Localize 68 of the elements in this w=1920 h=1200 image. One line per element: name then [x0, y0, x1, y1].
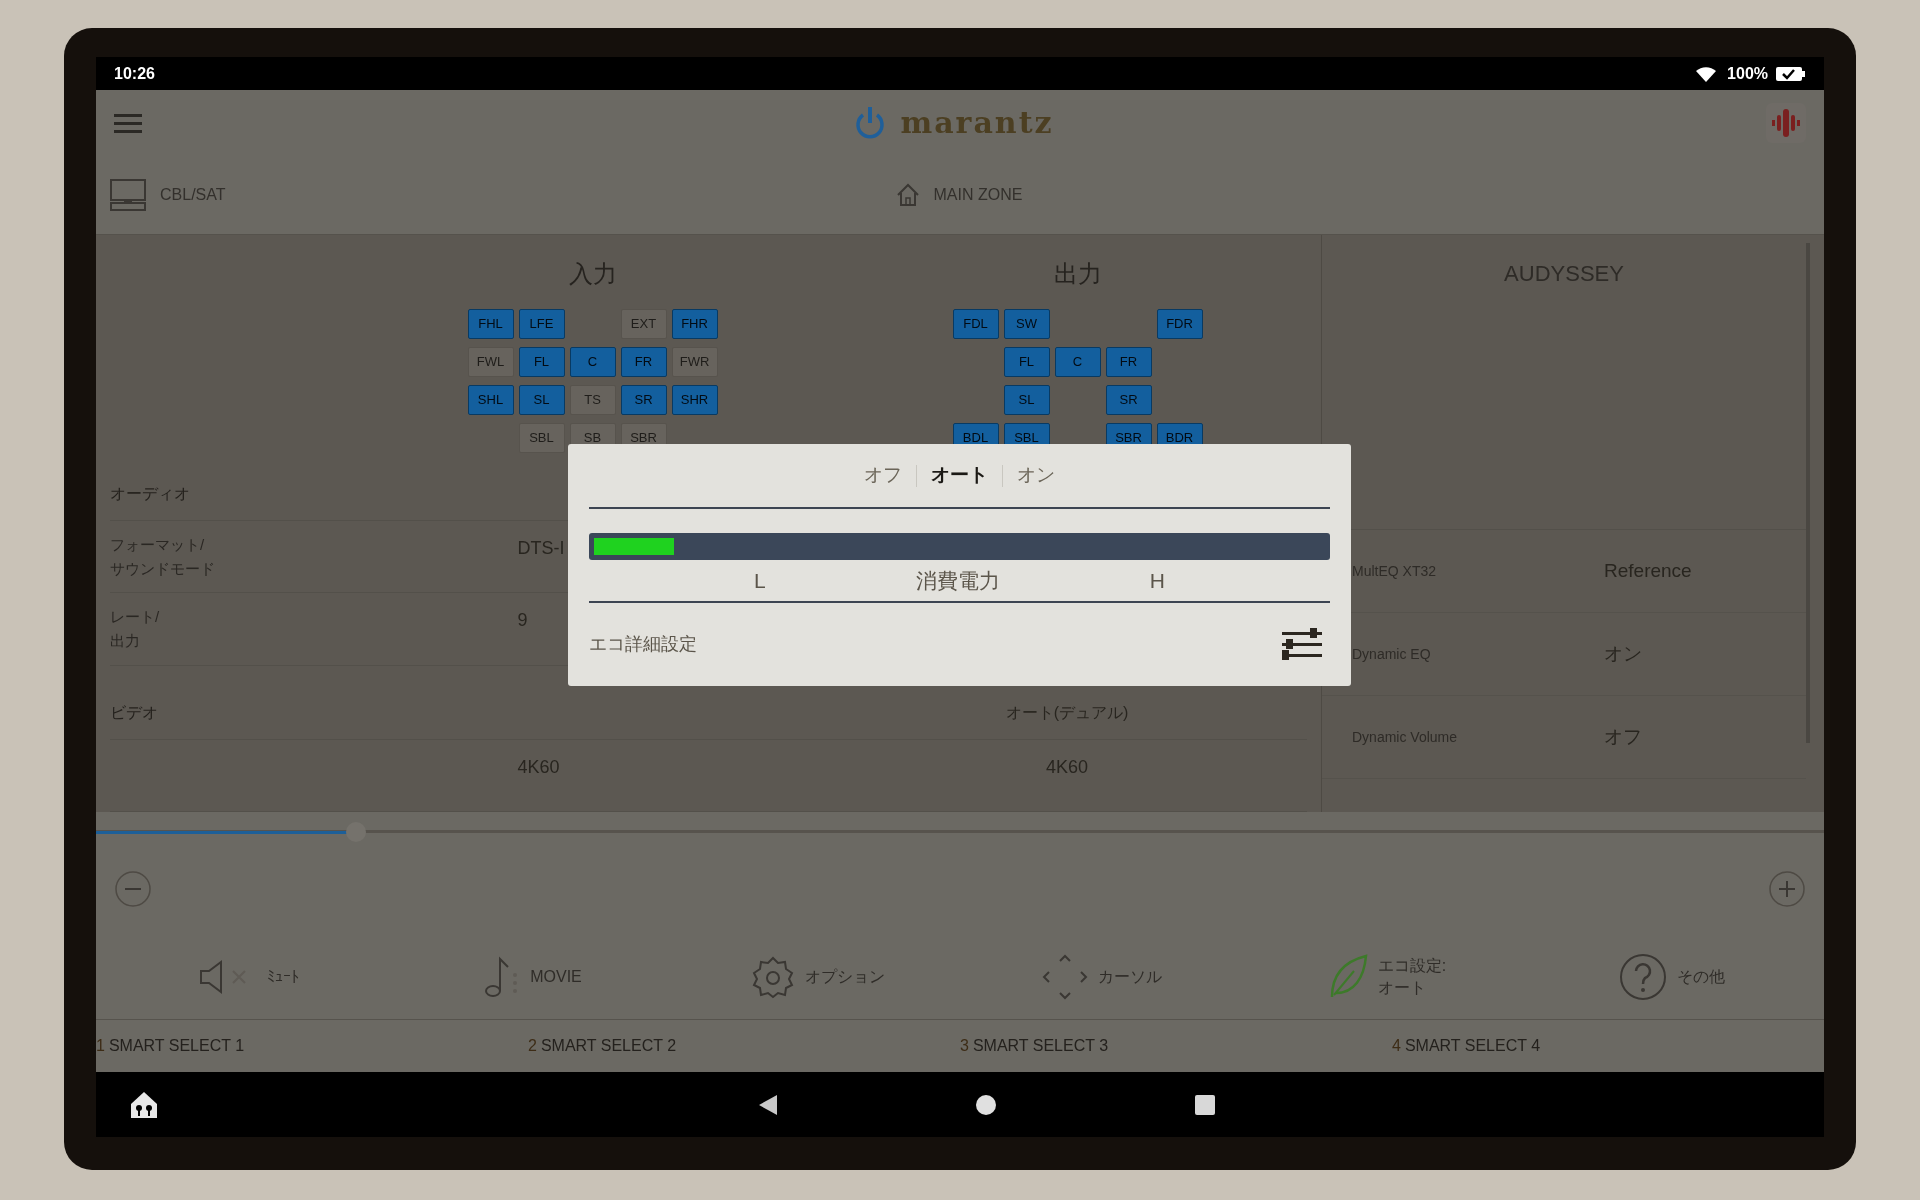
source-name[interactable]: CBL/SAT: [160, 182, 226, 207]
zone-name[interactable]: MAIN ZONE: [933, 182, 1023, 207]
four-arrows-icon: [1042, 954, 1089, 1000]
speaker-channel: SL: [1003, 385, 1050, 415]
speaker-channel: SR: [620, 385, 667, 415]
question-icon: [1618, 953, 1667, 1001]
speaker-channel: FWL: [467, 347, 514, 377]
mode-tab[interactable]: オート: [917, 461, 1002, 490]
speaker-channel: FL: [518, 347, 565, 377]
back-icon[interactable]: [757, 1092, 779, 1117]
speaker-channel: FDL: [952, 309, 999, 339]
speaker-channel: LFE: [518, 309, 565, 339]
speaker-channel: FHL: [467, 309, 514, 339]
meter-high-label: H: [1149, 567, 1165, 594]
speaker-channel: SHL: [467, 385, 514, 415]
brand-logo: marantz: [900, 104, 1054, 142]
preset-label: SMART SELECT 3: [972, 1036, 1109, 1056]
speaker-channel: C: [1054, 347, 1101, 377]
speaker-channel: FL: [1003, 347, 1050, 377]
recents-icon[interactable]: [1194, 1093, 1216, 1116]
preset-number: 2: [528, 1036, 537, 1056]
action-button[interactable]: オプション: [750, 955, 885, 999]
smart-select-button[interactable]: 1 SMART SELECT 1: [96, 1034, 528, 1058]
plus-icon[interactable]: [1768, 870, 1806, 908]
slider-thumb[interactable]: [346, 822, 366, 842]
action-button[interactable]: ﾐｭｰﾄ: [197, 959, 300, 995]
smart-select-button[interactable]: 3 SMART SELECT 3: [960, 1034, 1392, 1058]
meter-caption: 消費電力: [915, 567, 1000, 594]
smart-select-button[interactable]: 2 SMART SELECT 2: [528, 1034, 960, 1058]
speaker-channel: TS: [569, 385, 616, 415]
home-apps-icon[interactable]: [129, 1089, 159, 1120]
speaker-channel: SHR: [671, 385, 718, 415]
battery-percent: 100%: [1727, 63, 1768, 84]
menu-icon[interactable]: [114, 111, 142, 134]
mode-tab[interactable]: オフ: [850, 461, 916, 490]
speaker-channel: SBL: [518, 423, 565, 453]
clock-time: 10:26: [114, 63, 155, 84]
volume-slider[interactable]: [96, 822, 1824, 842]
meter-low-label: L: [754, 567, 766, 594]
home-circle-icon[interactable]: [975, 1093, 997, 1116]
sliders-icon[interactable]: [1282, 627, 1322, 662]
action-button[interactable]: その他: [1618, 953, 1725, 1001]
speaker-channel: FR: [1105, 347, 1152, 377]
speaker-channel: SL: [518, 385, 565, 415]
minus-icon[interactable]: [114, 870, 152, 908]
speaker-channel: FDR: [1156, 309, 1203, 339]
preset-number: 4: [1392, 1036, 1401, 1056]
preset-number: 1: [96, 1036, 105, 1056]
preset-label: SMART SELECT 2: [540, 1036, 677, 1056]
monitor-icon: [110, 178, 146, 211]
speaker-channel: FR: [620, 347, 667, 377]
action-button[interactable]: MOVIE: [484, 955, 582, 999]
speaker-channel: C: [569, 347, 616, 377]
preset-number: 3: [960, 1036, 969, 1056]
preset-label: SMART SELECT 4: [1404, 1036, 1541, 1056]
home-icon: [895, 182, 920, 207]
speaker-channel: FWR: [671, 347, 718, 377]
eco-detail-link[interactable]: エコ詳細設定: [589, 631, 697, 658]
smart-select-button[interactable]: 4 SMART SELECT 4: [1392, 1034, 1824, 1058]
speaker-channel: SW: [1003, 309, 1050, 339]
speaker-channel: SR: [1105, 385, 1152, 415]
action-button[interactable]: カーソル: [1042, 954, 1163, 1000]
preset-label: SMART SELECT 1: [108, 1036, 245, 1056]
speaker-channel: EXT: [620, 309, 667, 339]
speaker-channel: FHR: [671, 309, 718, 339]
battery-icon: [1776, 65, 1806, 82]
mode-tab[interactable]: オン: [1003, 461, 1069, 490]
gear-icon: [750, 955, 795, 999]
